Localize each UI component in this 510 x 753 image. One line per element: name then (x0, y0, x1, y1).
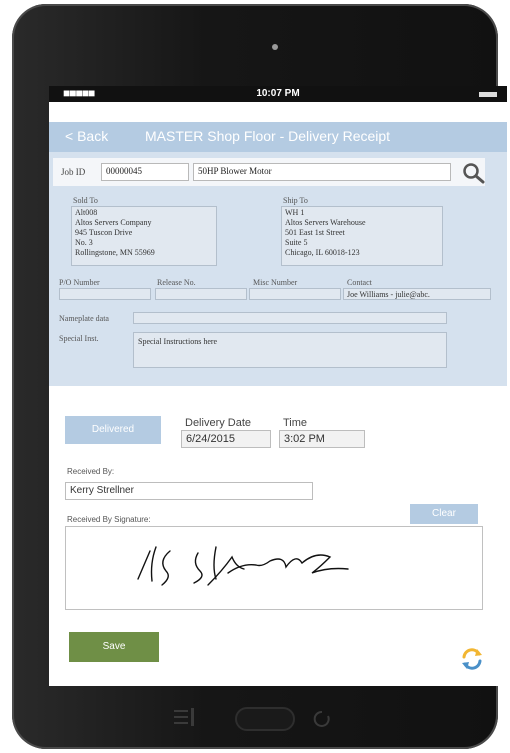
ship-to-box: WH 1 Altos Servers Warehouse 501 East 1s… (281, 206, 443, 266)
page-title: MASTER Shop Floor - Delivery Receipt (145, 128, 391, 144)
delivery-date-label: Delivery Date (185, 417, 252, 429)
ship-to-line: WH 1 (285, 208, 305, 217)
status-time: 10:07 PM (256, 88, 300, 99)
sold-to-line: Altos Servers Company (75, 218, 152, 227)
release-no-field[interactable] (155, 288, 247, 300)
signature-label: Received By Signature: (67, 515, 151, 524)
spacer (49, 102, 507, 122)
special-inst-label: Special Inst. (59, 334, 99, 343)
job-id-label: Job ID (61, 167, 86, 177)
home-button[interactable] (235, 707, 295, 731)
job-id-field[interactable]: 00000045 (101, 163, 189, 181)
nameplate-label: Nameplate data (59, 314, 109, 323)
back-arrow-icon[interactable] (313, 710, 330, 727)
misc-number-field[interactable] (249, 288, 341, 300)
sold-to-line: Alt008 (75, 208, 98, 217)
job-description-field[interactable]: 50HP Blower Motor (193, 163, 451, 181)
ship-to-line: Suite 5 (285, 238, 308, 247)
received-by-field[interactable]: Kerry Strellner (65, 482, 313, 500)
contact-label: Contact (347, 278, 372, 287)
device-home-bar (174, 707, 330, 731)
sold-to-line: No. 3 (75, 238, 93, 247)
camera-icon (272, 44, 278, 50)
refresh-icon[interactable] (459, 646, 485, 672)
delivered-button[interactable]: Delivered (65, 416, 161, 444)
nameplate-field[interactable] (133, 312, 447, 324)
delivery-date-field[interactable]: 6/24/2015 (181, 430, 271, 448)
sold-to-line: Rollingstone, MN 55969 (75, 248, 155, 257)
special-inst-field[interactable]: Special Instructions here (133, 332, 447, 368)
misc-number-label: Misc Number (253, 278, 298, 287)
ship-to-label: Ship To (283, 196, 308, 205)
delivery-form: Job ID 00000045 50HP Blower Motor Sold T… (49, 152, 507, 386)
ship-to-line: Chicago, IL 60018-123 (285, 248, 360, 257)
signature-drawing (137, 546, 349, 586)
clear-button[interactable]: Clear (410, 504, 478, 524)
time-field[interactable]: 3:02 PM (279, 430, 365, 448)
sold-to-line: 945 Tuscon Drive (75, 228, 133, 237)
ship-to-line: 501 East 1st Street (285, 228, 345, 237)
job-row: Job ID 00000045 50HP Blower Motor (53, 158, 485, 186)
signature-pad[interactable] (65, 526, 483, 610)
sold-to-label: Sold To (73, 196, 98, 205)
release-no-label: Release No. (157, 278, 196, 287)
app-screen: ■■■■■ 10:07 PM < Back MASTER Shop Floor … (49, 86, 507, 686)
received-by-label: Received By: (67, 467, 115, 476)
back-button[interactable]: < Back (65, 128, 108, 144)
status-bar: ■■■■■ 10:07 PM (49, 86, 507, 102)
contact-field[interactable]: Joe Williams - julie@abc. (343, 288, 491, 300)
save-button[interactable]: Save (69, 632, 159, 662)
time-label: Time (283, 417, 308, 429)
menu-icon[interactable] (174, 708, 194, 726)
search-icon[interactable] (461, 162, 485, 184)
battery-icon (479, 92, 497, 97)
nav-bar: < Back MASTER Shop Floor - Delivery Rece… (49, 122, 507, 152)
sold-to-box: Alt008 Altos Servers Company 945 Tuscon … (71, 206, 217, 266)
po-number-field[interactable] (59, 288, 151, 300)
tablet-frame: ■■■■■ 10:07 PM < Back MASTER Shop Floor … (12, 4, 507, 749)
po-number-label: P/O Number (59, 278, 100, 287)
ship-to-line: Altos Servers Warehouse (285, 218, 366, 227)
